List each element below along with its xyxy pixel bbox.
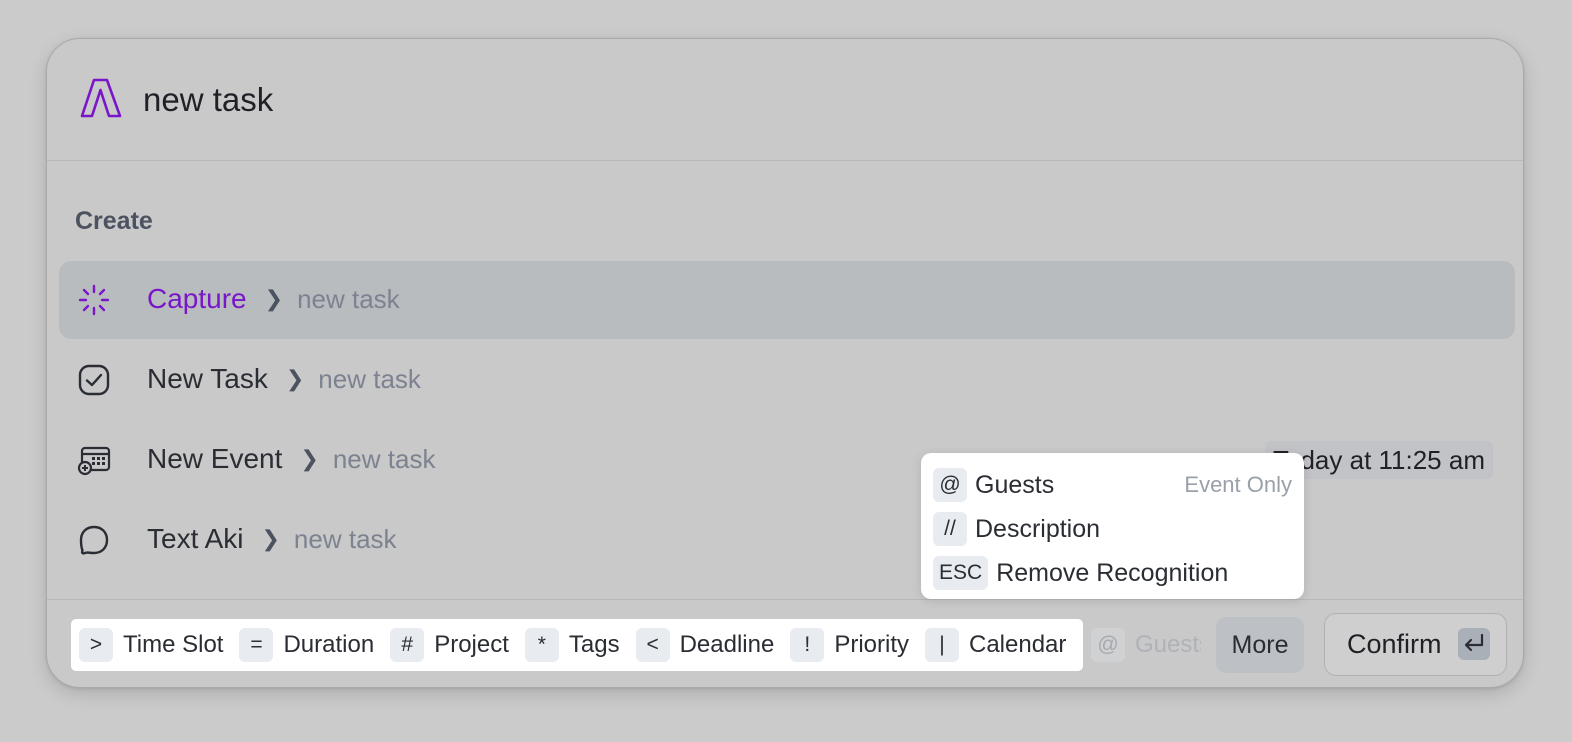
section-label: Create — [75, 207, 153, 235]
hint-key: * — [524, 628, 559, 662]
akiflow-logo-icon — [80, 78, 122, 118]
more-button[interactable]: More — [1216, 617, 1304, 673]
check-square-icon — [78, 364, 110, 396]
hint-key: ! — [790, 628, 825, 662]
hint-label: Time Slot — [123, 631, 224, 658]
hint-label: Priority — [834, 631, 909, 658]
confirm-label: Confirm — [1347, 629, 1442, 659]
shortcut-hints: > Time Slot = Duration # Project * Tags … — [71, 619, 1083, 671]
confirm-button[interactable]: Confirm — [1324, 613, 1507, 676]
hint-key: ESC — [933, 556, 989, 590]
hint-deadline[interactable]: < Deadline — [635, 628, 775, 662]
item-title: New Event — [147, 443, 283, 474]
item-title: Text Aki — [147, 523, 244, 554]
item-subtitle: new task — [332, 443, 436, 474]
hint-calendar[interactable]: | Calendar — [925, 628, 1066, 662]
search-row — [47, 39, 1523, 161]
chevron-right-icon: ❯ — [264, 286, 284, 311]
shortcut-footer: > Time Slot = Duration # Project * Tags … — [47, 599, 1523, 687]
hint-label: Project — [434, 631, 509, 658]
chat-bubble-icon — [79, 525, 109, 555]
hint-key: // — [933, 512, 967, 546]
popover-item-description[interactable]: // Description — [933, 507, 1292, 551]
popover-item-guests[interactable]: @ Guests Event Only — [933, 463, 1292, 507]
command-item-new-task[interactable]: New Task ❯ new task — [59, 341, 1515, 419]
item-title: New Task — [147, 363, 268, 394]
hint-key: > — [79, 628, 113, 662]
popover-label: Remove Recognition — [996, 558, 1229, 587]
enter-key-icon — [1458, 628, 1490, 660]
search-input[interactable] — [143, 79, 1043, 121]
hint-key: # — [390, 628, 425, 662]
hint-key: @ — [933, 468, 967, 502]
sparkle-icon — [78, 284, 110, 316]
command-item-capture[interactable]: Capture ❯ new task — [59, 261, 1515, 339]
hint-label: Duration — [283, 631, 375, 658]
hint-key: < — [635, 628, 670, 662]
item-subtitle: new task — [318, 363, 421, 394]
hint-key: @ — [1091, 628, 1125, 662]
chevron-right-icon: ❯ — [285, 366, 305, 391]
hint-priority[interactable]: ! Priority — [790, 628, 909, 662]
popover-label: Description — [975, 514, 1101, 543]
hint-time-slot[interactable]: > Time Slot — [79, 628, 223, 662]
hint-key: = — [239, 628, 274, 662]
chevron-right-icon: ❯ — [261, 526, 280, 551]
hint-project[interactable]: # Project — [390, 628, 509, 662]
popover-label: Guests — [975, 470, 1055, 499]
item-subtitle: new task — [297, 283, 400, 314]
hint-key: | — [925, 628, 959, 662]
hint-duration[interactable]: = Duration — [239, 628, 374, 662]
hint-tags[interactable]: * Tags — [524, 628, 620, 662]
hint-label: Calendar — [969, 631, 1067, 658]
more-shortcuts-popover: @ Guests Event Only // Description ESC R… — [921, 453, 1304, 599]
hint-label: Tags — [568, 631, 620, 658]
chevron-right-icon: ❯ — [300, 446, 319, 471]
calendar-add-icon — [77, 446, 111, 476]
hint-guests-overflow[interactable]: @ Guests — [1091, 628, 1201, 662]
popover-aside: Event Only — [1184, 472, 1292, 497]
item-title: Capture — [147, 283, 247, 314]
hint-label: Deadline — [679, 631, 775, 658]
hint-label: Guests — [1135, 631, 1201, 658]
popover-item-remove-recognition[interactable]: ESC Remove Recognition — [933, 551, 1292, 595]
item-subtitle: new task — [293, 523, 397, 554]
